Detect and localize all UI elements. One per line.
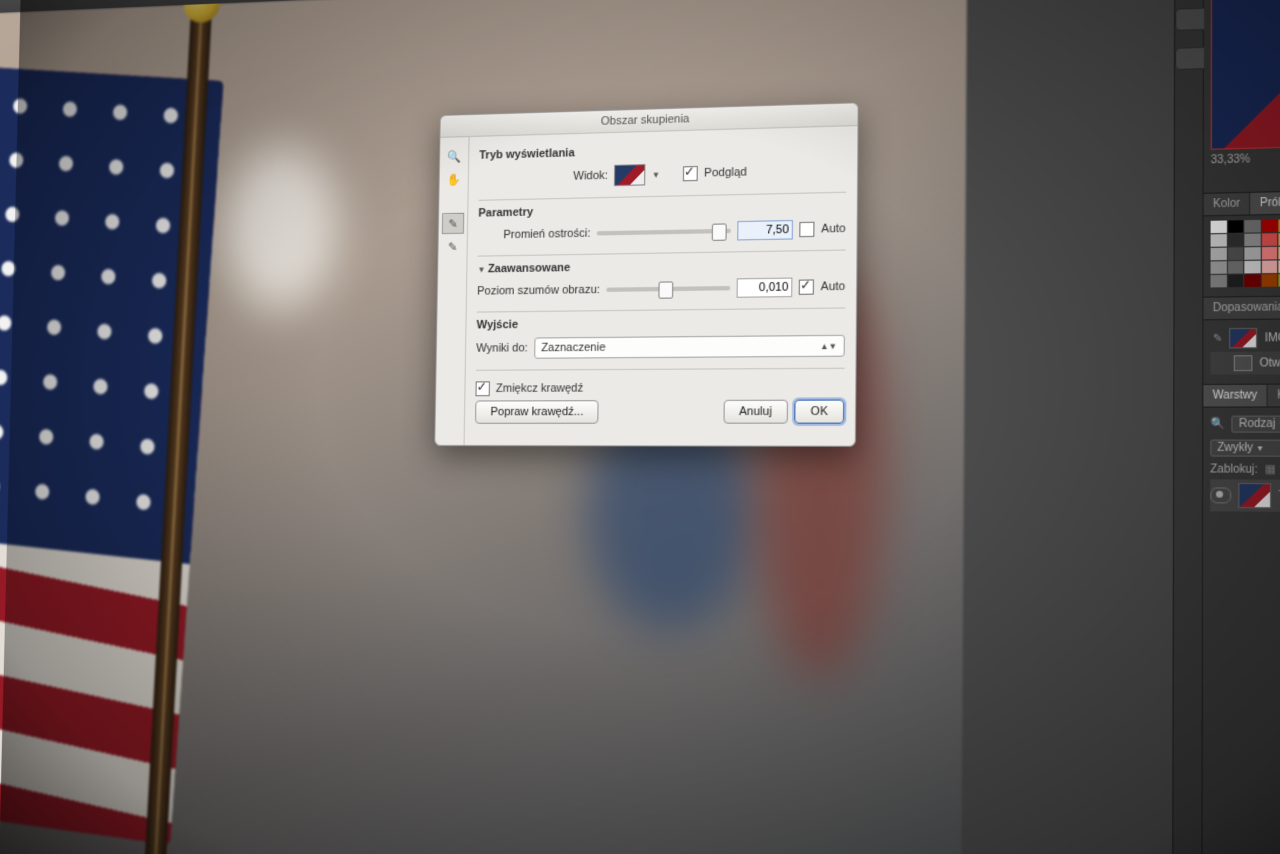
swatch[interactable] — [1228, 275, 1244, 288]
output-select[interactable]: Zaznaczenie ▲▼ — [534, 335, 845, 359]
chevron-down-icon[interactable]: ▼ — [652, 170, 660, 180]
collapsed-panel-strip — [1172, 0, 1204, 854]
noise-label: Poziom szumów obrazu: — [477, 283, 600, 297]
lock-buttons[interactable]: ▦ ✎ ✥ 🔒 — [1265, 464, 1280, 477]
refine-edge-button[interactable]: Popraw krawędź... — [475, 400, 599, 424]
history-thumb-icon — [1230, 328, 1258, 349]
swatch[interactable] — [1245, 247, 1261, 260]
tab-layers[interactable]: Warstwy — [1203, 385, 1267, 407]
chevron-updown-icon: ▲▼ — [820, 341, 837, 351]
swatch[interactable] — [1262, 220, 1278, 233]
swatch[interactable] — [1211, 275, 1227, 288]
swatch[interactable] — [1245, 274, 1261, 287]
swatch[interactable] — [1228, 247, 1244, 260]
document-icon — [1234, 355, 1253, 371]
swatch[interactable] — [1262, 260, 1278, 273]
swatch[interactable] — [1211, 261, 1227, 274]
view-thumbnail[interactable] — [614, 164, 645, 186]
noise-auto-checkbox[interactable] — [799, 279, 814, 294]
tab-adjustments[interactable]: Dopasowania — [1203, 297, 1280, 320]
section-output: Wyjście — [477, 315, 846, 332]
history-step-label: Otwórz — [1260, 357, 1280, 370]
cancel-button[interactable]: Anuluj — [723, 400, 788, 424]
swatch[interactable] — [1262, 233, 1278, 246]
section-viewmode: Tryb wyświetlania — [479, 139, 846, 162]
hand-tool-icon[interactable]: ✋ — [443, 169, 465, 191]
preview-label: Podgląd — [704, 166, 747, 180]
swatch[interactable] — [1262, 274, 1278, 287]
swatch[interactable] — [1245, 261, 1261, 274]
section-advanced[interactable]: Zaawansowane — [477, 257, 845, 276]
navigator-zoom-value: 33,33% — [1211, 148, 1280, 167]
zoom-tool-icon[interactable]: 🔍 — [443, 146, 465, 168]
history-filename: IMG_0106.CR2 — [1265, 331, 1280, 344]
radius-auto-label: Auto — [821, 222, 846, 236]
history-snapshot[interactable]: ✎ IMG_0106.CR2 — [1210, 322, 1280, 352]
radius-label: Promień ostrości: — [478, 227, 591, 242]
output-select-value: Zaznaczenie — [541, 341, 606, 354]
noise-auto-label: Auto — [821, 280, 846, 293]
tab-channels[interactable]: Kanały — [1268, 385, 1280, 407]
swatch[interactable] — [1228, 261, 1244, 274]
radius-auto-checkbox[interactable] — [800, 222, 815, 238]
radius-slider[interactable] — [597, 229, 732, 236]
blend-mode-select[interactable]: Zwykły — [1210, 440, 1280, 458]
swatch[interactable] — [1245, 233, 1261, 246]
output-to-label: Wyniki do: — [476, 342, 528, 355]
layer-filter-kind[interactable]: Rodzaj — [1232, 416, 1280, 433]
swatch[interactable] — [1211, 234, 1227, 247]
swatch[interactable] — [1262, 247, 1278, 260]
soften-edge-checkbox[interactable] — [475, 381, 489, 396]
swatch[interactable] — [1228, 234, 1244, 247]
history-step-open[interactable]: Otwórz — [1210, 350, 1280, 374]
tab-color[interactable]: Kolor — [1204, 193, 1251, 215]
tab-swatches[interactable]: Próbki — [1251, 192, 1280, 215]
add-focus-brush-icon[interactable]: ✎ — [442, 213, 464, 234]
preview-checkbox[interactable] — [683, 166, 698, 181]
layer-thumb-icon — [1238, 483, 1271, 508]
right-panel-dock: Nawigator Histog 33,33% Kolor Próbki Dop… — [1202, 0, 1280, 854]
lock-label: Zablokuj: — [1210, 463, 1258, 476]
radius-input[interactable] — [738, 220, 794, 241]
view-label: Widok: — [573, 169, 608, 183]
ok-button[interactable]: OK — [794, 400, 844, 424]
focus-area-dialog: Obszar skupienia 🔍 ✋ ✎ ✎ Tryb wyświetlan… — [434, 102, 859, 447]
swatch[interactable] — [1211, 221, 1227, 234]
swatches-grid[interactable] — [1204, 211, 1280, 292]
noise-input[interactable] — [737, 278, 793, 298]
navigator-thumbnail[interactable] — [1211, 0, 1280, 150]
layer-row-background[interactable]: Tło — [1210, 479, 1280, 513]
visibility-eye-icon[interactable] — [1210, 487, 1231, 503]
section-parameters: Parametry — [478, 199, 846, 220]
noise-slider[interactable] — [606, 286, 731, 292]
swatch[interactable] — [1211, 248, 1227, 261]
swatch[interactable] — [1228, 220, 1244, 233]
swatch[interactable] — [1245, 220, 1261, 233]
soften-edge-label: Zmiękcz krawędź — [496, 382, 583, 395]
subtract-focus-brush-icon[interactable]: ✎ — [441, 236, 463, 257]
